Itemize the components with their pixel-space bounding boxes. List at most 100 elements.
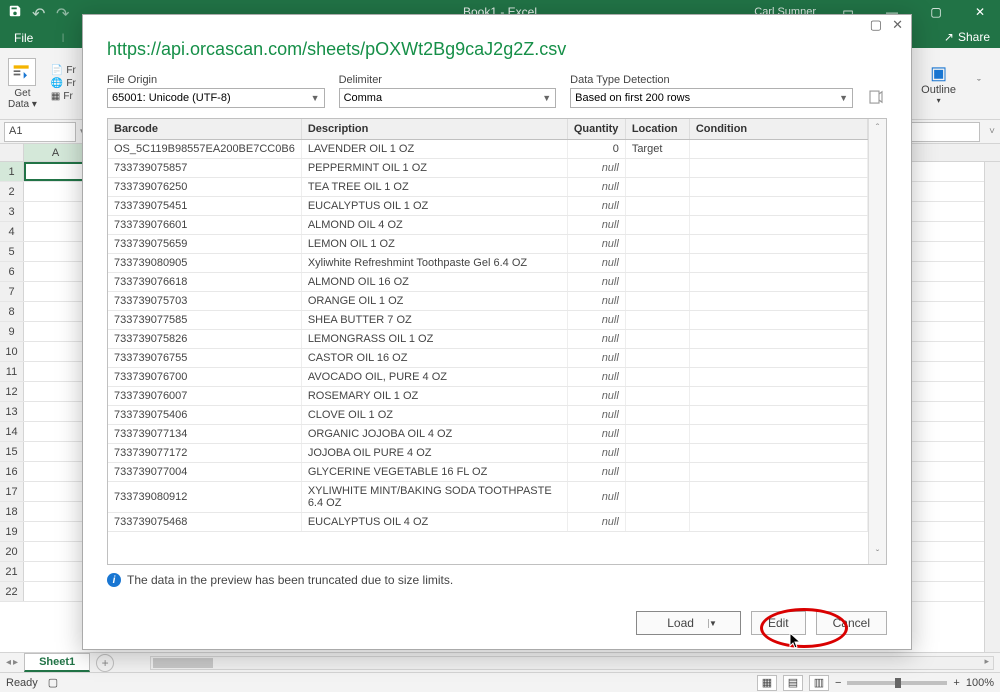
from-web-button[interactable]: 🌐Fr (51, 78, 76, 89)
row-header[interactable]: 18 (0, 502, 24, 521)
table-row[interactable]: OS_5C119B98557EA200BE7CC0B6LAVENDER OIL … (108, 140, 868, 159)
row-header[interactable]: 8 (0, 302, 24, 321)
cell[interactable] (24, 162, 88, 181)
sheet-tab-sheet1[interactable]: Sheet1 (24, 653, 90, 672)
table-row[interactable]: 733739075703ORANGE OIL 1 OZnull (108, 292, 868, 311)
redo-icon[interactable]: ↷ (56, 4, 72, 20)
tab-hidden-1[interactable]: I (47, 28, 78, 48)
dialog-close-icon[interactable]: ✕ (892, 17, 903, 33)
collapse-ribbon-icon[interactable]: ˇ (972, 79, 986, 89)
preview-scrollbar[interactable]: ˆ ˇ (868, 119, 886, 564)
row-header[interactable]: 4 (0, 222, 24, 241)
row-header[interactable]: 15 (0, 442, 24, 461)
row-header[interactable]: 14 (0, 422, 24, 441)
row-header[interactable]: 20 (0, 542, 24, 561)
page-layout-view-icon[interactable]: ▤ (783, 675, 803, 691)
row-header[interactable]: 6 (0, 262, 24, 281)
delimiter-select[interactable]: Comma ▼ (339, 88, 557, 108)
cell[interactable] (24, 262, 88, 281)
cell[interactable] (24, 422, 88, 441)
table-row[interactable]: 733739076250TEA TREE OIL 1 OZnull (108, 178, 868, 197)
cancel-button[interactable]: Cancel (816, 611, 887, 635)
cell[interactable] (24, 202, 88, 221)
cell[interactable] (24, 402, 88, 421)
table-row[interactable]: 733739077004GLYCERINE VEGETABLE 16 FL OZ… (108, 463, 868, 482)
dialog-maximize-icon[interactable]: ▢ (870, 17, 882, 33)
zoom-level[interactable]: 100% (966, 677, 994, 689)
cell[interactable] (24, 322, 88, 341)
table-row[interactable]: 733739077585SHEA BUTTER 7 OZnull (108, 311, 868, 330)
row-header[interactable]: 10 (0, 342, 24, 361)
table-row[interactable]: 733739075451EUCALYPTUS OIL 1 OZnull (108, 197, 868, 216)
row-header[interactable]: 22 (0, 582, 24, 601)
vertical-scrollbar[interactable] (984, 162, 1000, 652)
zoom-in-icon[interactable]: + (953, 677, 959, 689)
table-row[interactable]: 733739075826LEMONGRASS OIL 1 OZnull (108, 330, 868, 349)
scroll-down-icon[interactable]: ˇ (876, 549, 879, 560)
normal-view-icon[interactable]: ▦ (757, 675, 777, 691)
col-description[interactable]: Description (301, 119, 567, 140)
row-header[interactable]: 16 (0, 462, 24, 481)
cell[interactable] (24, 242, 88, 261)
row-header[interactable]: 11 (0, 362, 24, 381)
load-button[interactable]: Load ▼ (636, 611, 741, 635)
hscroll-thumb[interactable] (153, 658, 213, 668)
row-header[interactable]: 5 (0, 242, 24, 261)
cell[interactable] (24, 562, 88, 581)
tab-file[interactable]: File (0, 28, 47, 48)
sheet-nav-right-icon[interactable]: ▸ (13, 657, 18, 668)
cell[interactable] (24, 482, 88, 501)
page-break-view-icon[interactable]: ▥ (809, 675, 829, 691)
add-sheet-button[interactable]: + (96, 654, 114, 672)
cell[interactable] (24, 182, 88, 201)
table-row[interactable]: 733739076755CASTOR OIL 16 OZnull (108, 349, 868, 368)
table-row[interactable]: 733739076007ROSEMARY OIL 1 OZnull (108, 387, 868, 406)
table-row[interactable]: 733739077134ORGANIC JOJOBA OIL 4 OZnull (108, 425, 868, 444)
table-row[interactable]: 733739075468EUCALYPTUS OIL 4 OZnull (108, 513, 868, 532)
row-header[interactable]: 12 (0, 382, 24, 401)
expand-formula-bar-icon[interactable]: ˅ (984, 126, 1000, 137)
row-header[interactable]: 3 (0, 202, 24, 221)
edit-button[interactable]: Edit (751, 611, 806, 635)
load-dropdown-icon[interactable]: ▼ (708, 619, 724, 628)
cell[interactable] (24, 502, 88, 521)
row-header[interactable]: 1 (0, 162, 24, 181)
cell[interactable] (24, 522, 88, 541)
row-header[interactable]: 17 (0, 482, 24, 501)
row-header[interactable]: 13 (0, 402, 24, 421)
row-header[interactable]: 21 (0, 562, 24, 581)
table-row[interactable]: 733739080905Xyliwhite Refreshmint Toothp… (108, 254, 868, 273)
row-header[interactable]: 9 (0, 322, 24, 341)
from-text-button[interactable]: 📄Fr (51, 65, 76, 76)
table-row[interactable]: 733739076700AVOCADO OIL, PURE 4 OZnull (108, 368, 868, 387)
scroll-right-icon[interactable]: ▸ (984, 656, 989, 667)
col-quantity[interactable]: Quantity (567, 119, 625, 140)
table-row[interactable]: 733739075659LEMON OIL 1 OZnull (108, 235, 868, 254)
table-row[interactable]: 733739075857PEPPERMINT OIL 1 OZnull (108, 159, 868, 178)
select-all-corner[interactable] (0, 144, 24, 161)
cell[interactable] (24, 542, 88, 561)
horizontal-scrollbar[interactable]: ◂ ▸ (150, 656, 994, 670)
get-data-button[interactable]: GetData ▾ (8, 58, 37, 110)
macro-record-icon[interactable]: ▢ (48, 676, 58, 689)
close-icon[interactable]: ✕ (960, 0, 1000, 24)
zoom-out-icon[interactable]: − (835, 677, 841, 689)
cell[interactable] (24, 462, 88, 481)
cell[interactable] (24, 442, 88, 461)
maximize-icon[interactable]: ▢ (916, 0, 956, 24)
row-header[interactable]: 7 (0, 282, 24, 301)
row-header[interactable]: 2 (0, 182, 24, 201)
cell[interactable] (24, 382, 88, 401)
table-row[interactable]: 733739075406CLOVE OIL 1 OZnull (108, 406, 868, 425)
name-box[interactable]: A1 (4, 122, 76, 142)
col-header-a[interactable]: A (24, 144, 88, 161)
settings-icon[interactable] (867, 88, 887, 108)
zoom-thumb[interactable] (895, 678, 901, 688)
cell[interactable] (24, 282, 88, 301)
undo-icon[interactable]: ↶ (32, 4, 48, 20)
from-table-button[interactable]: ▦Fr (51, 91, 76, 102)
col-condition[interactable]: Condition (689, 119, 867, 140)
outline-group[interactable]: ▣ Outline ▾ (921, 63, 956, 105)
cell[interactable] (24, 342, 88, 361)
cell[interactable] (24, 222, 88, 241)
